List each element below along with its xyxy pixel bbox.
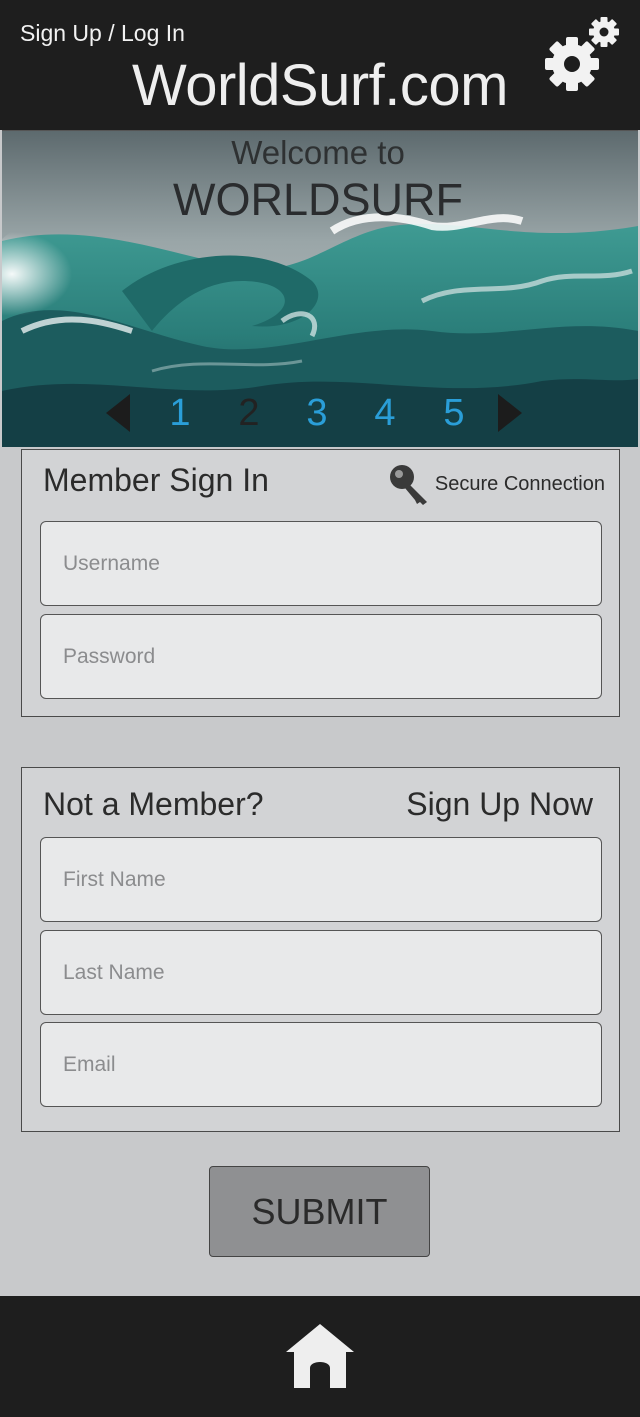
member-signin-panel: Member Sign In Secure Connection: [21, 449, 620, 717]
signup-title: Not a Member?: [43, 786, 264, 822]
hero-carousel-pager: 1 2 3 4 5: [0, 392, 640, 436]
carousel-page-1[interactable]: 1: [165, 392, 195, 435]
email-input[interactable]: [41, 1023, 601, 1106]
first-name-field[interactable]: [40, 837, 602, 922]
gear-icon[interactable]: [540, 16, 622, 96]
app-header: Sign Up / Log In WorldSurf.com: [0, 0, 640, 130]
hero-brand-text: WORLDSURF: [173, 174, 463, 225]
signup-panel: Not a Member? Sign Up Now: [21, 767, 620, 1132]
first-name-input[interactable]: [41, 838, 601, 921]
last-name-input[interactable]: [41, 931, 601, 1014]
carousel-page-3[interactable]: 3: [302, 392, 332, 435]
carousel-page-5[interactable]: 5: [439, 392, 469, 435]
submit-button[interactable]: SUBMIT: [209, 1166, 430, 1257]
signup-now-label: Sign Up Now: [406, 786, 593, 822]
signin-title: Member Sign In: [43, 462, 269, 498]
password-field[interactable]: [40, 614, 602, 699]
key-icon: [389, 465, 427, 505]
signup-login-link[interactable]: Sign Up / Log In: [20, 20, 185, 47]
secure-connection-label: Secure Connection: [434, 472, 605, 495]
bottom-nav-bar: [0, 1296, 640, 1417]
hero-welcome-text: Welcome to: [231, 134, 405, 171]
last-name-field[interactable]: [40, 930, 602, 1015]
password-input[interactable]: [41, 615, 601, 698]
carousel-prev-arrow-icon[interactable]: [104, 392, 132, 434]
carousel-next-arrow-icon[interactable]: [496, 392, 524, 434]
username-input[interactable]: [41, 522, 601, 605]
carousel-page-4[interactable]: 4: [370, 392, 400, 435]
email-field[interactable]: [40, 1022, 602, 1107]
carousel-page-2[interactable]: 2: [234, 392, 264, 435]
home-icon[interactable]: [284, 1322, 356, 1390]
secure-connection-indicator: Secure Connection: [387, 462, 605, 506]
username-field[interactable]: [40, 521, 602, 606]
